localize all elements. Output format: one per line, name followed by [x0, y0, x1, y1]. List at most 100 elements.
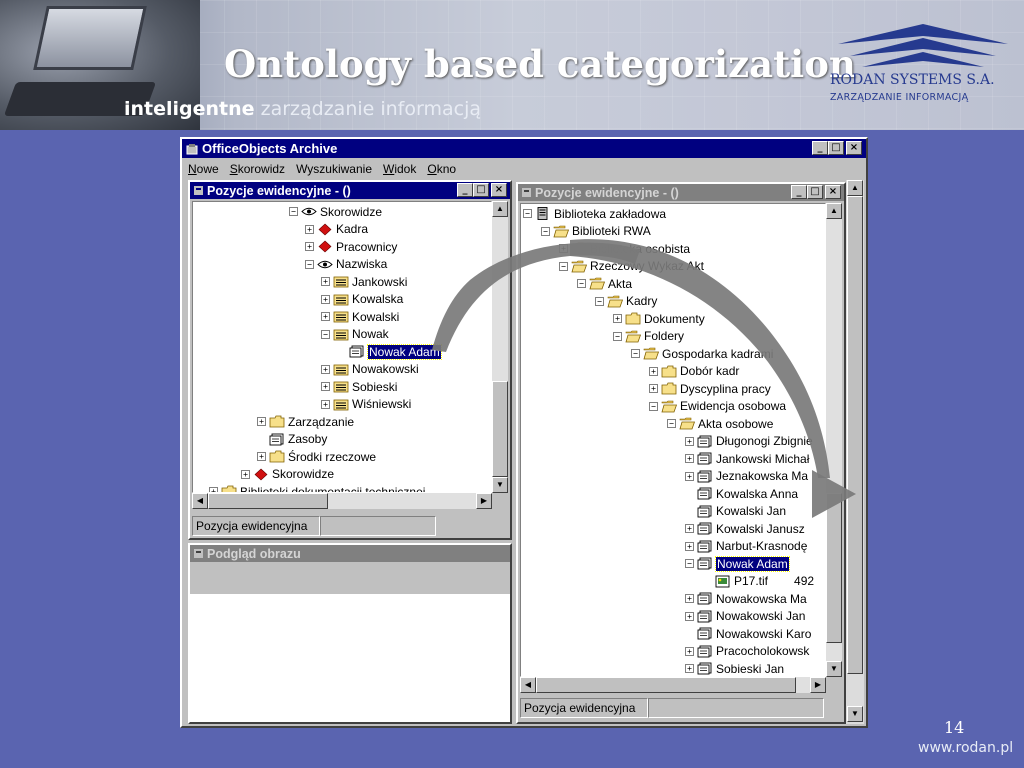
- expand-toggle-icon[interactable]: +: [685, 436, 694, 446]
- tree-node[interactable]: Nowakowski Karo: [685, 625, 811, 642]
- tree-node[interactable]: + Biblioteka osobista: [559, 240, 690, 257]
- tree-node[interactable]: − Gospodarka kadrami: [631, 345, 773, 362]
- tree-node[interactable]: + Środki rzeczowe: [257, 448, 376, 465]
- expand-toggle-icon[interactable]: +: [321, 312, 330, 321]
- app-titlebar[interactable]: OfficeObjects Archive _ □ ×: [182, 139, 866, 158]
- expand-toggle-icon[interactable]: +: [613, 314, 622, 323]
- scroll-up-arrow-icon[interactable]: ▲: [826, 203, 842, 219]
- collapse-toggle-icon[interactable]: −: [541, 226, 550, 236]
- tree-node[interactable]: + Wiśniewski: [321, 396, 411, 413]
- tree-node[interactable]: + Jankowski Michał: [685, 450, 809, 467]
- tree-node[interactable]: + Dobór kadr: [649, 363, 739, 380]
- expand-toggle-icon[interactable]: +: [685, 471, 694, 481]
- expand-toggle-icon[interactable]: +: [685, 541, 694, 551]
- scroll-thumb[interactable]: [847, 196, 863, 674]
- left-window-titlebar[interactable]: Pozycje ewidencyjne - () _ □ ×: [190, 182, 510, 199]
- left-maximize-button[interactable]: □: [473, 183, 489, 197]
- expand-toggle-icon[interactable]: +: [305, 242, 314, 251]
- tree-node[interactable]: − Nowak Adam: [685, 555, 790, 572]
- right-vertical-scrollbar[interactable]: ▲ ▼: [826, 203, 842, 677]
- collapse-toggle-icon[interactable]: −: [685, 559, 694, 568]
- tree-node[interactable]: + Sobieski Jan: [685, 660, 784, 676]
- left-minimize-button[interactable]: _: [457, 183, 473, 197]
- collapse-toggle-icon[interactable]: −: [305, 259, 314, 269]
- preview-window-titlebar[interactable]: Podgląd obrazu: [190, 545, 510, 562]
- tree-node[interactable]: − Nowak: [321, 326, 389, 343]
- maximize-button[interactable]: □: [828, 141, 844, 155]
- left-close-button[interactable]: ×: [491, 183, 507, 197]
- tree-node[interactable]: + Biblioteki dokumentacji technicznej: [209, 483, 425, 492]
- close-button[interactable]: ×: [846, 141, 862, 155]
- tree-node[interactable]: Kowalski Jan: [685, 503, 786, 520]
- scroll-down-arrow-icon[interactable]: ▼: [826, 661, 842, 677]
- tree-node[interactable]: + Kadra: [305, 221, 368, 238]
- tree-node[interactable]: + Zarządzanie: [257, 413, 354, 430]
- tree-node[interactable]: + Sobieski: [321, 378, 397, 395]
- left-vertical-scrollbar[interactable]: ▲ ▼: [492, 201, 508, 493]
- h-scroll-thumb[interactable]: [536, 677, 796, 693]
- tree-node[interactable]: P17.tif 492: [703, 573, 814, 590]
- tree-node[interactable]: − Akta osobowe: [667, 415, 773, 432]
- tree-node[interactable]: − Akta: [577, 275, 632, 292]
- scroll-down-arrow-icon[interactable]: ▼: [492, 477, 508, 493]
- expand-toggle-icon[interactable]: +: [241, 469, 250, 479]
- collapse-toggle-icon[interactable]: −: [613, 331, 622, 341]
- expand-toggle-icon[interactable]: +: [649, 366, 658, 376]
- tree-node[interactable]: − Biblioteka zakładowa: [523, 205, 666, 222]
- left-tree-view[interactable]: − Skorowidze + Kadra + Pracownicy − Nazwiska + Ja…: [192, 201, 492, 493]
- tree-node[interactable]: − Biblioteki RWA: [541, 223, 651, 240]
- mdi-vertical-scrollbar[interactable]: ▲ ▼: [846, 180, 864, 724]
- scroll-thumb[interactable]: [492, 381, 508, 477]
- menu-widok[interactable]: Widok: [383, 162, 416, 176]
- scroll-left-arrow-icon[interactable]: ◀: [520, 677, 536, 693]
- expand-toggle-icon[interactable]: +: [685, 454, 694, 463]
- tree-node[interactable]: + Skorowidze: [241, 466, 334, 483]
- collapse-toggle-icon[interactable]: −: [631, 349, 640, 358]
- collapse-toggle-icon[interactable]: −: [577, 279, 586, 288]
- tree-node[interactable]: + Kowalska: [321, 291, 403, 308]
- tree-node[interactable]: + Kowalski Janusz: [685, 520, 805, 537]
- expand-toggle-icon[interactable]: +: [685, 524, 694, 533]
- tree-node[interactable]: + Dyscyplina pracy: [649, 380, 771, 397]
- right-close-button[interactable]: ×: [825, 185, 841, 199]
- menu-skorowidz[interactable]: Skorowidz: [230, 162, 285, 176]
- expand-toggle-icon[interactable]: +: [685, 646, 694, 656]
- menu-okno[interactable]: Okno: [427, 162, 456, 176]
- scroll-right-arrow-icon[interactable]: ▶: [476, 493, 492, 509]
- right-tree-view[interactable]: − Biblioteka zakładowa − Biblioteki RWA + Bib…: [520, 203, 826, 677]
- tree-node[interactable]: + Nowakowski Jan: [685, 608, 805, 625]
- tree-node[interactable]: + Pracownicy: [305, 238, 397, 255]
- right-horizontal-scrollbar[interactable]: ◀ ▶: [520, 677, 826, 693]
- tree-node[interactable]: − Rzeczowy Wykaz Akt: [559, 258, 704, 275]
- expand-toggle-icon[interactable]: +: [685, 594, 694, 603]
- scroll-up-arrow-icon[interactable]: ▲: [492, 201, 508, 217]
- scroll-thumb[interactable]: [826, 493, 842, 643]
- expand-toggle-icon[interactable]: +: [321, 277, 330, 286]
- tree-node[interactable]: + Nowakowska Ma: [685, 590, 807, 607]
- right-minimize-button[interactable]: _: [791, 185, 807, 199]
- expand-toggle-icon[interactable]: +: [257, 452, 266, 461]
- expand-toggle-icon[interactable]: +: [685, 611, 694, 621]
- scroll-up-arrow-icon[interactable]: ▲: [847, 180, 863, 196]
- expand-toggle-icon[interactable]: +: [321, 364, 330, 374]
- right-maximize-button[interactable]: □: [807, 185, 823, 199]
- expand-toggle-icon[interactable]: +: [305, 224, 314, 234]
- tree-node[interactable]: − Foldery: [613, 328, 684, 345]
- expand-toggle-icon[interactable]: +: [685, 664, 694, 673]
- expand-toggle-icon[interactable]: +: [321, 294, 330, 304]
- collapse-toggle-icon[interactable]: −: [649, 401, 658, 411]
- tree-node[interactable]: + Narbut-Krasnodę: [685, 538, 807, 555]
- tree-node[interactable]: + Kowalski: [321, 308, 399, 325]
- tree-node[interactable]: + Jeznakowska Ma: [685, 468, 808, 485]
- tree-node[interactable]: + Jankowski: [321, 273, 407, 290]
- collapse-toggle-icon[interactable]: −: [559, 261, 568, 271]
- expand-toggle-icon[interactable]: +: [559, 244, 568, 253]
- tree-node[interactable]: − Kadry: [595, 293, 657, 310]
- tree-node[interactable]: − Skorowidze: [289, 203, 382, 220]
- collapse-toggle-icon[interactable]: −: [667, 419, 676, 428]
- expand-toggle-icon[interactable]: +: [257, 417, 266, 426]
- tree-node[interactable]: Nowak Adam: [337, 343, 442, 360]
- scroll-right-arrow-icon[interactable]: ▶: [810, 677, 826, 693]
- tree-node[interactable]: Kowalska Anna: [685, 485, 798, 502]
- tree-node[interactable]: − Ewidencja osobowa: [649, 398, 786, 415]
